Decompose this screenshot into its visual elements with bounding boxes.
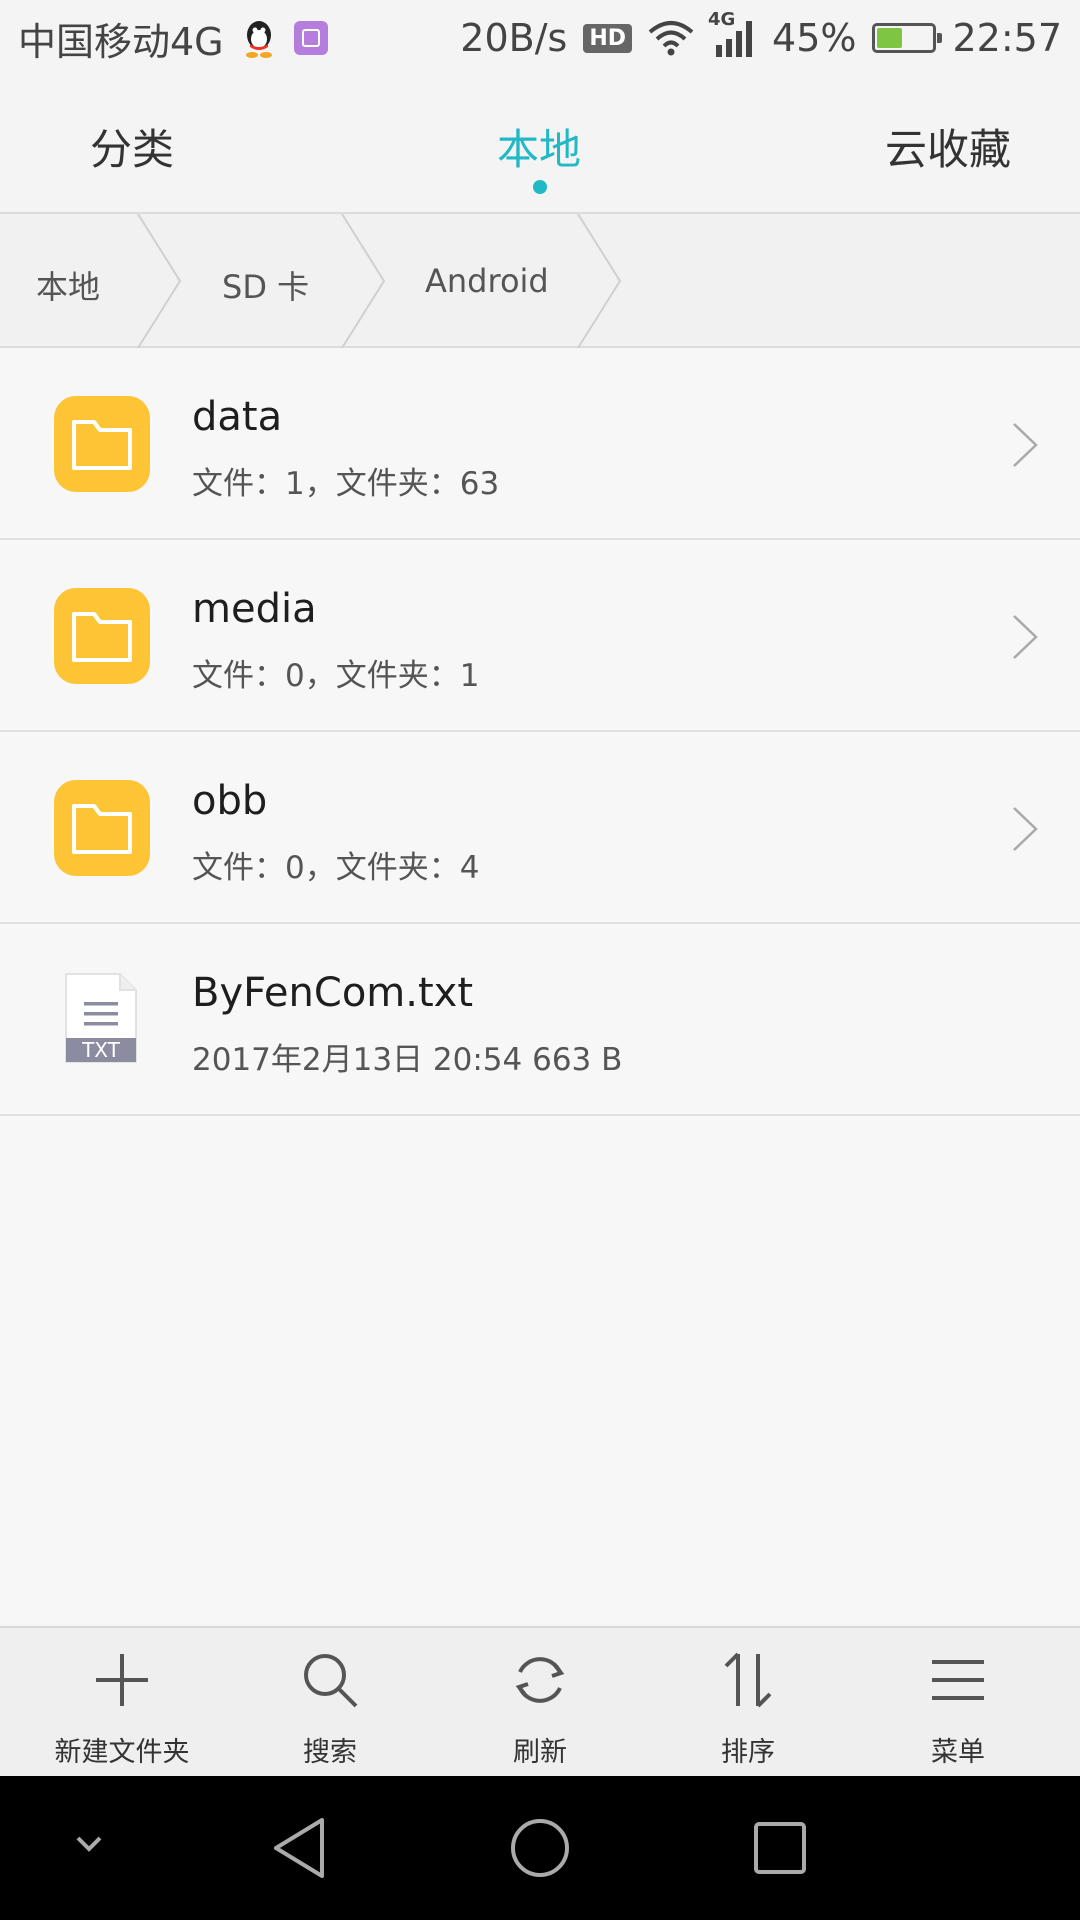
plus-icon: [96, 1654, 148, 1706]
refresh-button[interactable]: 刷新: [440, 1628, 640, 1776]
tab-cloud-favorites[interactable]: 云收藏: [885, 116, 1011, 177]
new-folder-button[interactable]: 新建文件夹: [22, 1628, 222, 1776]
refresh-label: 刷新: [513, 1737, 567, 1768]
list-item-folder[interactable]: data 文件：1，文件夹：63: [0, 348, 1080, 540]
recents-icon[interactable]: [752, 1820, 808, 1876]
menu-label: 菜单: [931, 1737, 985, 1768]
list-item-folder[interactable]: media 文件：0，文件夹：1: [0, 540, 1080, 732]
txt-file-icon: TXT: [64, 972, 138, 1064]
search-icon: [304, 1654, 358, 1708]
menu-button[interactable]: 菜单: [858, 1628, 1058, 1776]
status-bar: 中国移动4G 20B/s HD 4G 45% 22:57: [0, 0, 1080, 76]
sort-button[interactable]: 排序: [648, 1628, 848, 1776]
file-meta: 文件：0，文件夹：4: [192, 850, 480, 886]
file-meta: 2017年2月13日 20:54 663 B: [192, 1042, 623, 1078]
folder-icon: [54, 588, 150, 684]
net-speed: 20B/s: [460, 16, 568, 60]
search-button[interactable]: 搜索: [230, 1628, 430, 1776]
status-left: 中国移动4G: [18, 11, 328, 66]
breadcrumb-separator: [137, 214, 182, 348]
refresh-icon: [515, 1657, 565, 1703]
breadcrumb-item-local[interactable]: 本地: [36, 262, 100, 308]
menu-icon: [932, 1660, 984, 1700]
chevron-down-icon[interactable]: [74, 1834, 104, 1854]
signal-icon: 4G: [708, 9, 756, 59]
new-folder-label: 新建文件夹: [54, 1737, 190, 1768]
file-name: media: [192, 586, 317, 632]
system-navigation-bar: [0, 1776, 1080, 1920]
breadcrumb-item-sd-card[interactable]: SD 卡: [222, 262, 309, 308]
battery-icon: [872, 23, 943, 53]
file-list: data 文件：1，文件夹：63 media 文件：0，文件夹：1 obb 文件…: [0, 348, 1080, 1116]
carrier-label: 中国移动4G: [18, 19, 224, 64]
folder-icon: [54, 396, 150, 492]
sort-icon: [724, 1652, 772, 1708]
clock: 22:57: [952, 16, 1062, 60]
top-tabs: 分类 本地 云收藏: [0, 76, 1080, 214]
wifi-icon: [648, 21, 694, 56]
hd-badge: HD: [583, 23, 633, 53]
file-meta: 文件：1，文件夹：63: [192, 466, 500, 502]
gallery-notification-icon: [293, 21, 328, 55]
qq-icon: [245, 21, 272, 58]
file-meta: 文件：0，文件夹：1: [192, 658, 480, 694]
home-icon[interactable]: [508, 1816, 572, 1880]
status-right: 20B/s HD 4G 45% 22:57: [460, 9, 1062, 60]
bottom-toolbar: 新建文件夹 搜索 刷新 排序 菜单: [0, 1626, 1080, 1776]
tab-local[interactable]: 本地: [497, 116, 581, 177]
back-icon[interactable]: [272, 1816, 328, 1880]
battery-percent: 45%: [772, 16, 857, 60]
active-tab-indicator: [533, 180, 547, 194]
tab-category[interactable]: 分类: [90, 116, 174, 177]
breadcrumb-separator: [341, 214, 386, 348]
chevron-right-icon: [1013, 423, 1038, 467]
file-name: obb: [192, 778, 268, 824]
search-label: 搜索: [303, 1737, 357, 1768]
sort-label: 排序: [721, 1737, 775, 1768]
battery-fill: [877, 28, 902, 48]
breadcrumb: 本地 SD 卡 Android: [0, 214, 1080, 348]
breadcrumb-item-android[interactable]: Android: [425, 262, 549, 300]
list-item-file[interactable]: TXT ByFenCom.txt 2017年2月13日 20:54 663 B: [0, 924, 1080, 1116]
file-name: data: [192, 394, 283, 440]
chevron-right-icon: [1013, 807, 1038, 851]
list-item-folder[interactable]: obb 文件：0，文件夹：4: [0, 732, 1080, 924]
txt-badge: TXT: [82, 1038, 120, 1062]
folder-icon: [54, 780, 150, 876]
breadcrumb-separator: [577, 214, 622, 348]
chevron-right-icon: [1013, 615, 1038, 659]
file-name: ByFenCom.txt: [192, 970, 474, 1016]
